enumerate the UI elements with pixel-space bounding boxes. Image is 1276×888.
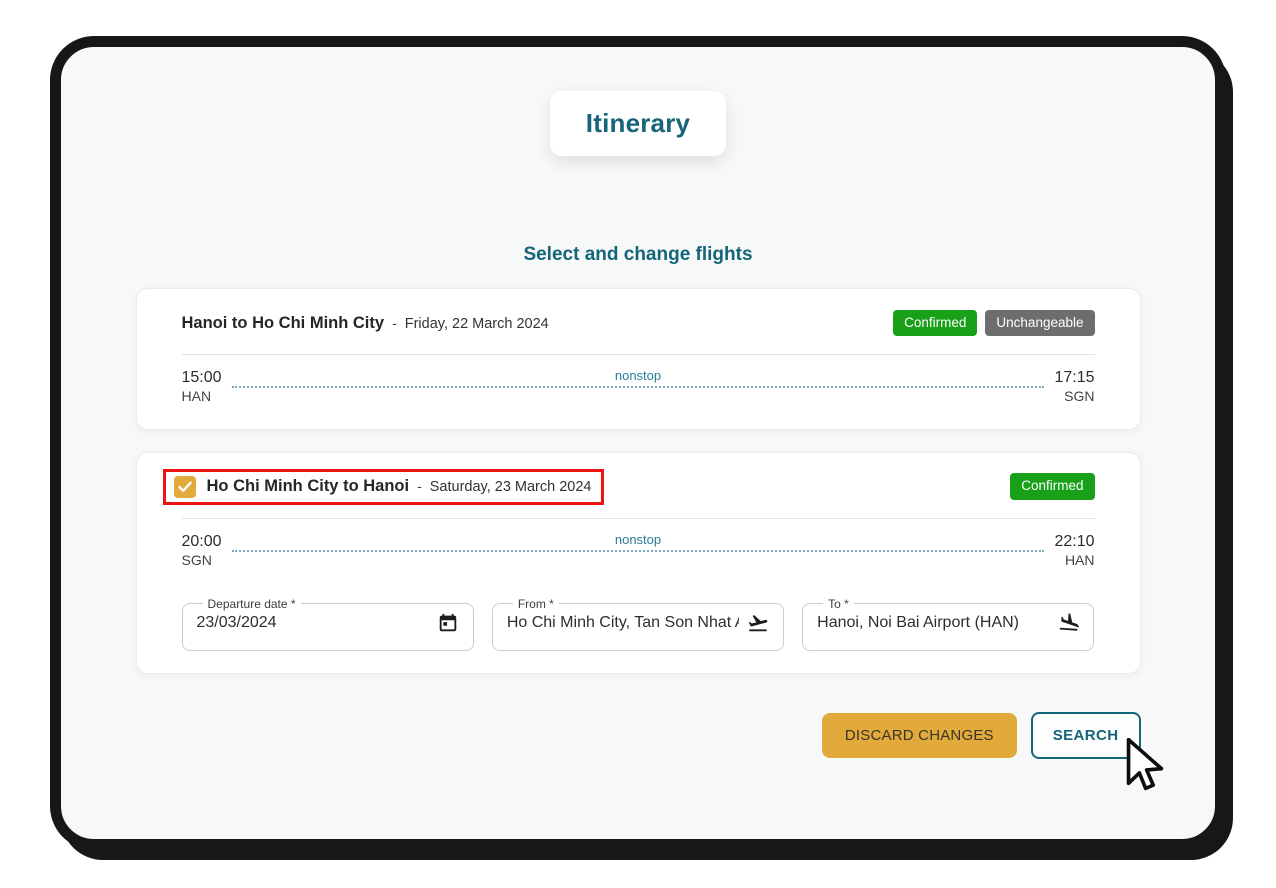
- itinerary-content: Hanoi to Ho Chi Minh City - Friday, 22 M…: [136, 288, 1141, 759]
- flight-takeoff-icon[interactable]: [747, 612, 769, 634]
- section-heading: Select and change flights: [61, 244, 1215, 266]
- flight-card-outbound: Hanoi to Ho Chi Minh City - Friday, 22 M…: [136, 288, 1141, 430]
- flight-title-group: Hanoi to Ho Chi Minh City - Friday, 22 M…: [182, 314, 549, 333]
- departure-airport-code: HAN: [182, 387, 222, 407]
- flight-route: Hanoi to Ho Chi Minh City: [182, 314, 385, 333]
- flight-leg: 20:00 SGN nonstop 22:10 HAN: [182, 532, 1095, 571]
- change-flight-form: Departure date * From *: [182, 597, 1095, 651]
- departure-time: 20:00: [182, 532, 222, 551]
- departure-date-input[interactable]: [197, 614, 429, 632]
- flight-route: Ho Chi Minh City to Hanoi: [207, 477, 410, 496]
- status-badges: Confirmed Unchangeable: [893, 310, 1094, 337]
- app-screen: Itinerary Select and change flights Hano…: [61, 47, 1215, 839]
- flight-card-header: Ho Chi Minh City to Hanoi - Saturday, 23…: [182, 471, 1095, 503]
- flight-card-header: Hanoi to Ho Chi Minh City - Friday, 22 M…: [182, 307, 1095, 339]
- status-badge-confirmed: Confirmed: [893, 310, 977, 337]
- departure-time: 15:00: [182, 368, 222, 387]
- arrival-time: 17:15: [1054, 368, 1094, 387]
- to-input[interactable]: [817, 614, 1049, 632]
- leg-middle: nonstop: [222, 368, 1055, 388]
- flight-path-dotted-line: [232, 386, 1045, 388]
- check-icon: [178, 481, 192, 493]
- search-button[interactable]: SEARCH: [1031, 712, 1141, 759]
- flight-date: Friday, 22 March 2024: [405, 316, 549, 332]
- route-date-separator: -: [392, 315, 397, 331]
- flight-date: Saturday, 23 March 2024: [430, 479, 592, 495]
- arrival-endpoint: 17:15 SGN: [1054, 368, 1094, 407]
- card-divider: [182, 518, 1095, 519]
- calendar-icon[interactable]: [437, 612, 459, 634]
- flight-title-group: Ho Chi Minh City to Hanoi - Saturday, 23…: [207, 477, 592, 496]
- flight-card-return: Ho Chi Minh City to Hanoi - Saturday, 23…: [136, 452, 1141, 674]
- from-input[interactable]: [507, 614, 739, 632]
- to-field[interactable]: To *: [802, 597, 1094, 651]
- screenshot-frame: Itinerary Select and change flights Hano…: [50, 36, 1226, 850]
- departure-airport-code: SGN: [182, 551, 222, 571]
- departure-endpoint: 15:00 HAN: [182, 368, 222, 407]
- departure-date-label: Departure date *: [203, 597, 301, 611]
- departure-endpoint: 20:00 SGN: [182, 532, 222, 571]
- discard-changes-button[interactable]: DISCARD CHANGES: [822, 713, 1017, 758]
- page-title: Itinerary: [586, 108, 690, 139]
- from-field[interactable]: From *: [492, 597, 784, 651]
- status-badge-confirmed: Confirmed: [1010, 473, 1094, 500]
- flight-leg: 15:00 HAN nonstop 17:15 SGN: [182, 368, 1095, 407]
- leg-middle: nonstop: [222, 532, 1055, 552]
- route-date-separator: -: [417, 478, 422, 494]
- flight-select-checkbox[interactable]: [174, 476, 196, 498]
- status-badges: Confirmed: [1010, 473, 1094, 500]
- arrival-time: 22:10: [1054, 532, 1094, 551]
- selection-annotation: Ho Chi Minh City to Hanoi - Saturday, 23…: [163, 469, 605, 505]
- departure-date-field[interactable]: Departure date *: [182, 597, 474, 651]
- from-label: From *: [513, 597, 559, 611]
- card-divider: [182, 354, 1095, 355]
- page-title-card: Itinerary: [550, 91, 726, 156]
- arrival-endpoint: 22:10 HAN: [1054, 532, 1094, 571]
- flight-path-dotted-line: [232, 550, 1045, 552]
- arrival-airport-code: HAN: [1054, 551, 1094, 571]
- status-badge-unchangeable: Unchangeable: [985, 310, 1094, 337]
- to-label: To *: [823, 597, 854, 611]
- arrival-airport-code: SGN: [1054, 387, 1094, 407]
- flight-land-icon[interactable]: [1057, 612, 1079, 634]
- action-bar: DISCARD CHANGES SEARCH: [136, 712, 1141, 759]
- stops-label: nonstop: [615, 369, 661, 382]
- stops-label: nonstop: [615, 533, 661, 546]
